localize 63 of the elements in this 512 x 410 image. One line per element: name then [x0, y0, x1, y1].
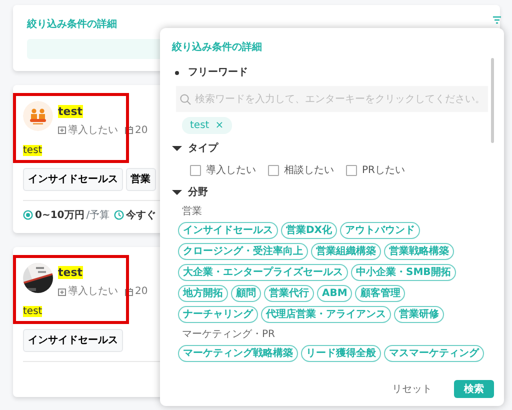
calendar-icon — [125, 126, 133, 134]
section-label: フリーワード — [188, 66, 248, 80]
collapse-caret-icon[interactable] — [172, 190, 182, 195]
section-label: タイプ — [188, 141, 218, 156]
category-tag[interactable]: 営業 — [126, 168, 156, 190]
category-tag[interactable]: マスマーケティング — [384, 345, 484, 362]
checkbox[interactable] — [268, 165, 279, 176]
category-tag[interactable]: 営業戦略構築 — [384, 243, 454, 260]
category-tag[interactable]: インサイドセールス — [178, 222, 278, 239]
checkbox[interactable] — [190, 165, 201, 176]
budget-icon — [23, 210, 33, 220]
category-tag[interactable]: アウトバウンド — [340, 222, 420, 239]
category-tag[interactable]: 顧客管理 — [355, 285, 406, 302]
clock-icon — [114, 210, 124, 220]
remove-icon[interactable]: × — [215, 118, 224, 133]
bullet-icon — [175, 70, 179, 74]
category-tag[interactable]: 大企業・エンタープライズセールス — [178, 264, 348, 281]
budget-label: /予算 — [86, 208, 110, 222]
timing-value: 今すぐ — [126, 208, 156, 222]
category-tag[interactable]: クロージング・受注率向上 — [178, 243, 308, 260]
collapse-caret-icon[interactable] — [172, 146, 182, 151]
search-button[interactable]: 検索 — [454, 380, 494, 398]
result-description: test — [23, 144, 42, 156]
group-label: 営業 — [182, 204, 203, 219]
filter-icon[interactable] — [492, 16, 502, 24]
search-field[interactable]: 検索ワードを入力して、エンターキーをクリックしてください。 — [176, 86, 488, 112]
type-label: 導入したい — [68, 284, 118, 299]
category-tag[interactable]: リード獲得全般 — [301, 345, 381, 362]
date-label: 20 — [135, 124, 148, 138]
category-tag[interactable]: 営業代行 — [264, 285, 314, 302]
section-label: 分野 — [188, 186, 208, 200]
calendar-plus-icon — [58, 288, 66, 296]
category-tag[interactable]: 中小企業・SMB開拓 — [351, 264, 456, 281]
category-tag[interactable]: 顧問 — [231, 285, 261, 302]
result-title: test — [58, 104, 83, 118]
reset-button[interactable]: リセット — [392, 382, 432, 396]
result-title: test — [58, 266, 83, 279]
category-tag[interactable]: 営業組織構築 — [311, 243, 381, 260]
checkbox-label: 導入したい — [206, 164, 256, 178]
category-tag[interactable]: 営業研修 — [394, 306, 444, 323]
search-icon — [180, 94, 191, 104]
type-label: 導入したい — [68, 124, 118, 138]
category-tag[interactable]: 地方開拓 — [178, 285, 228, 302]
category-tag[interactable]: インサイドセールス — [23, 168, 123, 190]
card-title: 絞り込み条件の詳細 — [27, 19, 117, 30]
category-tag[interactable]: マーケティング戦略構築 — [178, 345, 298, 362]
calendar-icon — [125, 288, 133, 296]
group-label: マーケティング・PR — [182, 328, 276, 342]
budget-value: 0~10万円 — [35, 208, 84, 222]
category-tag[interactable]: 営業DX化 — [281, 222, 338, 239]
result-description: test — [23, 306, 42, 317]
date-label: 20 — [135, 285, 148, 299]
checkbox[interactable] — [346, 165, 357, 176]
category-tag[interactable]: インサイドセールス — [23, 329, 123, 352]
checkbox-label: 相談したい — [284, 164, 334, 178]
chip-label: test — [190, 119, 210, 133]
modal-title: 絞り込み条件の詳細 — [172, 40, 262, 55]
category-tag[interactable]: 代理店営業・アライアンス — [261, 306, 391, 323]
calendar-plus-icon — [58, 126, 66, 134]
category-tag[interactable]: ナーチャリング — [178, 306, 258, 323]
category-tag[interactable]: ABM — [317, 285, 352, 302]
people-illustration-icon — [23, 101, 53, 131]
checkbox-label: PRしたい — [362, 164, 405, 178]
